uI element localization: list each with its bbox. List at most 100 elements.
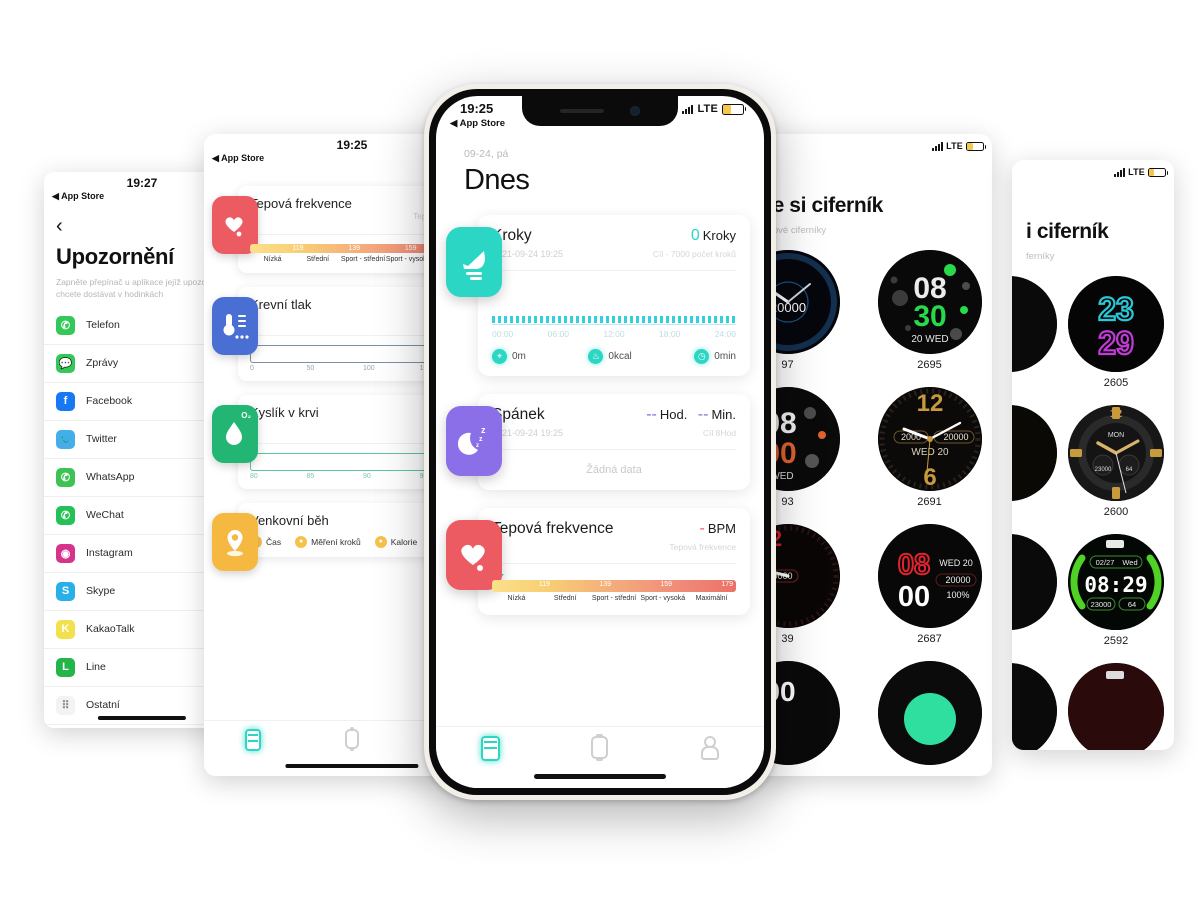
svg-text:30: 30 [913, 300, 946, 333]
notification-label: Telefon [86, 319, 120, 332]
steps-stat: ◷ 0min [694, 349, 736, 364]
watchface-grid: 20000 97 08 30 20 WED 2695 08 00 WED 93 … [752, 236, 992, 765]
svg-text:00: 00 [897, 581, 929, 613]
run-chip-label: Kalorie [390, 537, 418, 548]
watchface-id: 97 [781, 359, 794, 371]
steps-stat-label: 0kcal [608, 351, 632, 362]
watch-tab-icon [345, 727, 359, 751]
back-to-app-store[interactable]: ◀ App Store [212, 153, 264, 164]
svg-text:Wed: Wed [1122, 558, 1137, 567]
svg-text:z: z [479, 436, 483, 443]
watchface-preview-partial-red [1068, 663, 1164, 750]
card-title: Kroky [492, 227, 532, 244]
watchface-id: 2605 [1103, 377, 1129, 389]
watchface-item[interactable]: 08 00 WED 20 20000 100% 2687 [877, 524, 982, 645]
back-to-app-store[interactable]: ◀ App Store [450, 118, 505, 129]
svg-text:29: 29 [1098, 325, 1134, 361]
page-subtitle: Zapněte přepínač u aplikace jejíž upozor… [56, 277, 226, 300]
zone-tick: 139 [599, 581, 611, 588]
home-indicator [97, 716, 187, 720]
twitter-icon: 🐦 [56, 429, 75, 449]
watchface-id: 93 [781, 496, 794, 508]
signal-icon [1114, 167, 1126, 177]
watchface-item[interactable]: 00 [1012, 276, 1058, 389]
back-to-app-store-label: App Store [221, 153, 265, 163]
watchface-id: 2592 [1103, 635, 1129, 647]
battery-icon [966, 141, 986, 151]
tab-watch[interactable] [545, 734, 654, 761]
poster-canvas: 19:27 ◀ App Store ‹ Upozornění Zapněte p… [0, 0, 1200, 900]
tab-home[interactable] [204, 729, 303, 751]
tab-watch[interactable] [303, 727, 402, 751]
watchface-item[interactable] [1068, 663, 1164, 750]
axis-tick: 85 [306, 473, 315, 481]
card-steps[interactable]: Kroky 2021-09-24 19:25 0 Kroky Cíl - 7000… [446, 215, 750, 376]
location-icon: ⌖ [492, 349, 507, 364]
card-title: Tepová frekvence [492, 520, 614, 537]
watchface-item[interactable]: 22 [1012, 534, 1058, 647]
svg-text:08:29: 08:29 [1084, 573, 1147, 597]
notification-label: Instagram [86, 547, 133, 560]
notification-label: Facebook [86, 395, 133, 408]
watchface-item[interactable]: 08 30 20 WED 2695 [877, 250, 982, 371]
notification-label: WeChat [86, 509, 124, 522]
back-to-app-store-label: App Store [459, 118, 505, 129]
steps-tick: 00:00 [492, 329, 514, 339]
steps-tick: 12:00 [603, 329, 625, 339]
steps-x-ticks: 00:00 06:00 12:00 18:00 24:00 [492, 329, 736, 339]
card-goal: Tepová frekvence [669, 542, 736, 552]
zone-tick: 139 [348, 245, 360, 252]
card-unit: Kroky [702, 228, 736, 243]
back-to-app-store[interactable]: ◀ App Store [52, 191, 104, 202]
steps-stat-label: 0min [714, 351, 736, 362]
notification-label: Twitter [86, 433, 117, 446]
watchface-preview-red-digital: 08 00 WED 20 20000 100% [877, 524, 982, 628]
tab-home[interactable] [436, 736, 545, 761]
tab-profile[interactable] [655, 736, 764, 760]
steps-stat: ⌖ 0m [492, 349, 526, 364]
steps-baseline [492, 324, 736, 325]
battery-icon [722, 103, 746, 115]
phone-screen-watchfaces-a: LTE te si ciferník ylové ciferníky 20000 [752, 134, 992, 776]
phone-screen-watchfaces-b: LTE i ciferník ferníky 00 23 29 [1012, 160, 1174, 750]
card-title: Spánek [492, 406, 545, 423]
watchface-item[interactable]: 289 [1012, 405, 1058, 518]
facebook-icon: f [56, 391, 75, 411]
svg-text:20000: 20000 [943, 432, 968, 442]
watchface-preview-neon-digital: 23 29 [1068, 276, 1164, 372]
notification-label: WhatsApp [86, 471, 135, 484]
watchface-item[interactable]: 12 6 2000 20000 WED 20 2691 [877, 387, 982, 508]
profile-tab-icon [700, 736, 719, 760]
network-label: LTE [946, 141, 963, 151]
notification-label: Skype [86, 585, 116, 598]
watchface-preview-green-lcd: 02/27 Wed 08:29 23000 64 [1068, 534, 1164, 630]
svg-text:08: 08 [897, 549, 929, 581]
card-goal: Cíl 8Hod [702, 428, 736, 438]
svg-text:64: 64 [1128, 600, 1136, 609]
watchface-item[interactable] [1012, 663, 1058, 750]
watchface-item[interactable]: 23 29 2605 [1068, 276, 1164, 389]
wechat-icon: ✆ [56, 505, 75, 525]
today-scroll-area[interactable]: 09-24, pá Dnes Kroky 2021-09-24 19:25 0 … [436, 140, 764, 788]
zone-ticks: 119 139 159 179 [492, 580, 736, 592]
watchface-preview-partial-bottom-right [877, 661, 982, 765]
oxygen-icon: O₂ [212, 405, 258, 464]
watchface-grid: 00 23 29 2605 289 [1012, 262, 1174, 750]
watchface-item[interactable] [877, 661, 982, 765]
card-timestamp: -- [492, 542, 614, 552]
zone-tick: 119 [292, 245, 304, 252]
card-divider [492, 563, 736, 564]
watchface-item[interactable]: 02/27 Wed 08:29 23000 64 2592 [1068, 534, 1164, 647]
watchface-item[interactable]: 12 6 MON 23000 64 2600 [1068, 405, 1164, 518]
zone-tick: 179 [721, 581, 733, 588]
zone-label: Sport - střední [591, 595, 637, 602]
card-timestamp: 2021-09-24 19:25 [492, 428, 564, 438]
card-heart-rate[interactable]: Tepová frekvence -- -BPM Tepová frekvenc… [446, 508, 750, 616]
steps-bars [492, 316, 736, 323]
svg-text:MON: MON [1108, 432, 1124, 439]
clock-icon: ◷ [694, 349, 710, 364]
line-icon: L [56, 657, 75, 677]
card-sleep[interactable]: z z z Spánek 2021-09-24 19:25 -- Hod. --… [446, 394, 750, 490]
page-title: i ciferník [1026, 220, 1109, 243]
unit-hours: Hod. [659, 407, 688, 422]
